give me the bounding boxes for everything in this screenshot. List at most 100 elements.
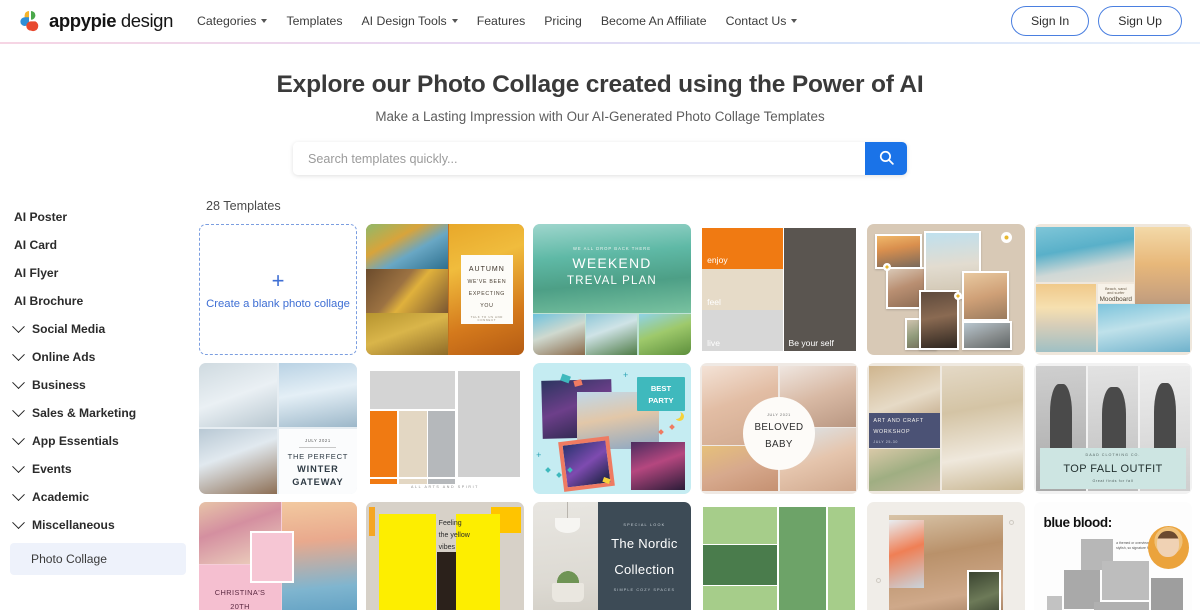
template-card-friends-fashion-collage[interactable] — [867, 502, 1025, 610]
template-text: the yellow — [438, 532, 470, 540]
collage-photo — [249, 530, 294, 584]
collage-block — [703, 585, 778, 610]
template-text: PARTY — [648, 395, 674, 405]
hero-section: Explore our Photo Collage created using … — [0, 43, 1200, 175]
template-card-perfect-winter-gateway[interactable]: JULY 2021 THE PERFECT WINTER GATEWAY — [199, 363, 357, 494]
sidebar-item-label: AI Flyer — [14, 266, 59, 280]
chevron-down-icon — [451, 19, 458, 23]
template-card-beloved-baby[interactable]: JULY 2021 BELOVED BABY — [700, 363, 858, 494]
main-navigation: Categories Templates AI Design Tools Fea… — [196, 14, 798, 28]
template-card-christinas-20th-birthday[interactable]: CHRISTINA'S 20TH BIRTHDAY — [199, 502, 357, 610]
collage-block — [378, 513, 436, 610]
sidebar-item-online-ads[interactable]: Online Ads — [0, 343, 196, 371]
template-card-grey-orange-blocks[interactable]: ALL ARTS AND SPIRIT — [366, 363, 524, 494]
search-input[interactable] — [293, 142, 865, 175]
category-sidebar: AI Poster AI Card AI Flyer AI Brochure S… — [0, 199, 196, 610]
template-card-green-blocks[interactable] — [700, 502, 858, 610]
nav-item-become-an-affiliate[interactable]: Become An Affiliate — [601, 14, 707, 28]
collage-photo — [874, 234, 923, 269]
collage-photo — [966, 570, 1002, 610]
nav-label: Categories — [196, 14, 257, 28]
template-card-best-party[interactable]: BEST PARTY + + — [533, 363, 691, 494]
template-text: ART AND CRAFT — [873, 418, 924, 425]
template-text: JULY 25-30 — [873, 440, 898, 445]
collage-block — [369, 411, 397, 477]
chevron-down-icon — [12, 319, 25, 333]
collage-photo — [869, 448, 941, 491]
template-text: 20TH — [230, 601, 250, 610]
nav-item-contact-us[interactable]: Contact Us — [726, 14, 798, 28]
sidebar-item-label: Academic — [32, 490, 90, 504]
template-card-enjoy-feel-live[interactable]: enjoy feel live Be your self — [700, 224, 858, 355]
plus-icon: + — [271, 267, 285, 293]
template-card-beach-sand-moodboard[interactable]: Beach, sand and surfer Moodboard — [1034, 224, 1192, 355]
collage-block — [703, 507, 778, 544]
sidebar-item-academic[interactable]: Academic — [0, 483, 196, 511]
sidebar-item-photo-collage[interactable]: Photo Collage — [10, 543, 186, 575]
sidebar-item-label: AI Poster — [14, 210, 68, 224]
sidebar-item-ai-card[interactable]: AI Card — [0, 231, 196, 259]
template-text: live — [707, 337, 721, 348]
sign-up-button[interactable]: Sign Up — [1098, 6, 1182, 36]
sticker-shape — [669, 423, 676, 430]
template-card-travel-moodboard-beige[interactable] — [867, 224, 1025, 355]
template-text: CHRISTINA'S — [214, 588, 266, 598]
collage-photo — [639, 313, 691, 355]
template-text: The Nordic — [611, 536, 678, 552]
template-text: WEEKEND — [572, 255, 652, 272]
collage-photo — [366, 269, 449, 313]
logo-text-thin: design — [116, 10, 174, 31]
template-text: JULY 2021 — [305, 437, 331, 443]
collage-photo — [961, 320, 1013, 350]
nav-item-pricing[interactable]: Pricing — [544, 14, 582, 28]
logo[interactable]: appypie design — [18, 9, 173, 33]
sidebar-item-events[interactable]: Events — [0, 455, 196, 483]
search-button[interactable] — [865, 142, 907, 175]
sidebar-item-app-essentials[interactable]: App Essentials — [0, 427, 196, 455]
collage-photo — [366, 313, 449, 355]
nav-item-ai-design-tools[interactable]: AI Design Tools — [361, 14, 458, 28]
template-text: Feeling — [438, 520, 462, 528]
template-text: GATEWAY — [292, 476, 344, 487]
sidebar-item-ai-flyer[interactable]: AI Flyer — [0, 259, 196, 287]
template-card-weekend-travel-plan[interactable]: WE ALL DROP BACK THERE WEEKEND TREVAL PL… — [533, 224, 691, 355]
create-blank-collage-card[interactable]: + Create a blank photo collage — [199, 224, 357, 355]
sidebar-item-ai-poster[interactable]: AI Poster — [0, 203, 196, 231]
template-card-feeling-the-yellow-vibes[interactable]: Feeling the yellow vibes — [366, 502, 524, 610]
template-card-blue-blood[interactable]: blue blood: a themed or overview of tren… — [1034, 502, 1192, 610]
search-icon — [878, 149, 895, 169]
collage-block — [399, 478, 427, 485]
chevron-down-icon — [261, 19, 268, 23]
sidebar-item-sales-marketing[interactable]: Sales & Marketing — [0, 399, 196, 427]
collage-block — [428, 411, 456, 477]
sidebar-item-label: Online Ads — [32, 350, 96, 364]
collage-photo — [1036, 283, 1097, 352]
create-blank-label: Create a blank photo collage — [206, 297, 350, 310]
sidebar-item-social-media[interactable]: Social Media — [0, 315, 196, 343]
collage-block — [1101, 560, 1150, 601]
template-card-art-and-craft-workshop[interactable]: ART AND CRAFT WORKSHOP JULY 25-30 — [867, 363, 1025, 494]
template-text: TOP FALL OUTFIT — [1063, 462, 1163, 475]
nav-item-categories[interactable]: Categories — [196, 14, 268, 28]
nav-label: Become An Affiliate — [600, 14, 707, 28]
collage-photo — [199, 363, 278, 428]
nav-item-features[interactable]: Features — [477, 14, 526, 28]
sign-in-button[interactable]: Sign In — [1010, 6, 1090, 36]
template-card-the-nordic-collection[interactable]: SPECIAL LOOK The Nordic Collection SIMPL… — [533, 502, 691, 610]
nav-label: Pricing — [544, 14, 582, 28]
search-box — [293, 142, 907, 175]
plus-icon: + — [536, 449, 542, 460]
sidebar-item-business[interactable]: Business — [0, 371, 196, 399]
nav-label: Contact Us — [725, 14, 787, 28]
sidebar-item-ai-brochure[interactable]: AI Brochure — [0, 287, 196, 315]
sidebar-item-miscellaneous[interactable]: Miscellaneous — [0, 511, 196, 539]
chevron-down-icon — [12, 515, 25, 529]
nav-item-templates[interactable]: Templates — [286, 14, 342, 28]
template-card-top-fall-outfit[interactable]: DAAD CLOTHING CO. TOP FALL OUTFIT Great … — [1034, 363, 1192, 494]
template-text: WE'VE BEEN — [467, 279, 507, 286]
template-text: BELOVED — [754, 421, 804, 433]
template-card-autumn-collage[interactable]: AUTUMN WE'VE BEEN EXPECTING YOU TALK TO … — [366, 224, 524, 355]
template-text: DAAD CLOTHING CO. — [1085, 453, 1141, 458]
nav-label: Templates — [286, 14, 343, 28]
template-text: TREVAL PLAN — [567, 274, 657, 287]
